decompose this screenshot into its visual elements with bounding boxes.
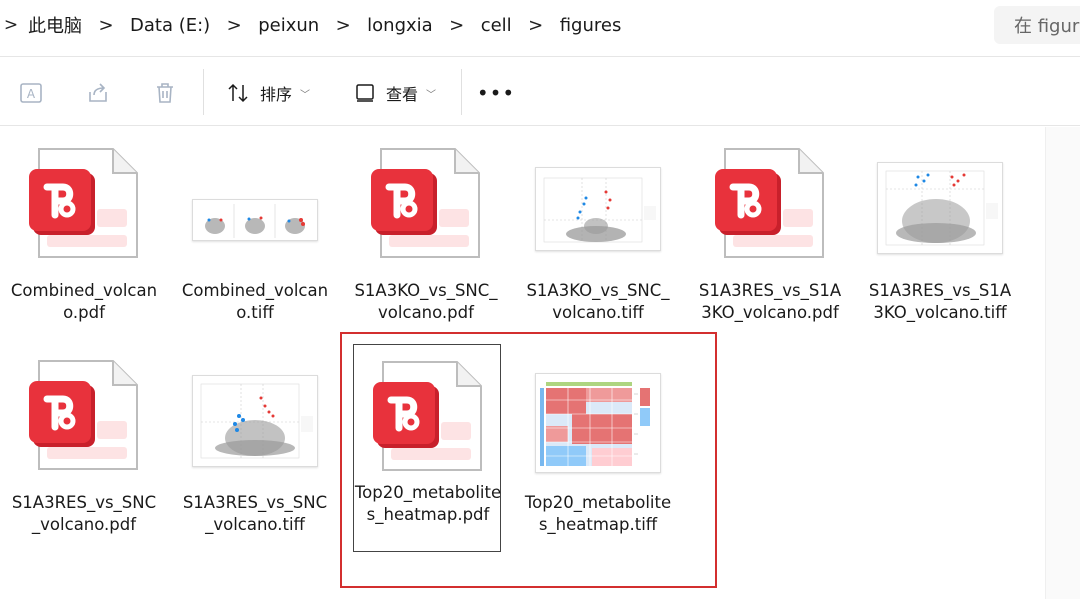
chevron-right-icon[interactable]: > <box>216 15 252 36</box>
pdf-file-icon <box>352 138 500 266</box>
pdf-file-icon <box>696 138 844 266</box>
pdf-file-icon <box>10 350 158 478</box>
file-name: S1A3RES_vs_S1A3KO_volcano.tiff <box>868 281 1012 322</box>
file-name: S1A3RES_vs_SNC_volcano.tiff <box>182 493 328 534</box>
file-item[interactable]: S1A3RES_vs_S1A3KO_volcano.pdf <box>696 138 844 344</box>
file-item[interactable]: S1A3KO_vs_SNC_volcano.tiff <box>524 138 672 344</box>
file-name: Combined_volcano.tiff <box>181 281 329 322</box>
file-item[interactable]: Combined_volcano.pdf <box>10 138 158 344</box>
tiff-thumbnail <box>181 138 329 266</box>
file-item[interactable]: Combined_volcano.tiff <box>181 138 329 344</box>
tiff-thumbnail <box>524 138 672 266</box>
chevron-right-icon[interactable]: > <box>439 15 475 36</box>
file-item[interactable]: S1A3RES_vs_SNC_volcano.tiff <box>181 350 329 556</box>
expand-arrow-icon[interactable]: > <box>0 10 22 40</box>
breadcrumb-data-drive[interactable]: Data (E:) <box>124 11 216 40</box>
delete-icon[interactable] <box>151 79 179 107</box>
command-bar: A 排序 ﹀ 查看 ﹀ ••• <box>0 56 1080 126</box>
view-label: 查看 <box>386 85 419 104</box>
chevron-right-icon[interactable]: > <box>325 15 361 36</box>
file-name: S1A3RES_vs_S1A3KO_volcano.pdf <box>698 281 842 322</box>
sort-button[interactable]: 排序 ﹀ <box>226 77 310 109</box>
breadcrumb-cell[interactable]: cell <box>475 11 518 40</box>
file-name: S1A3KO_vs_SNC_volcano.pdf <box>354 281 498 322</box>
pdf-file-icon <box>10 138 158 266</box>
breadcrumb-figures[interactable]: figures <box>554 11 628 40</box>
toolbar-divider <box>203 69 204 115</box>
breadcrumb-this-pc[interactable]: 此电脑 <box>22 8 88 42</box>
breadcrumb-longxia[interactable]: longxia <box>361 11 439 40</box>
scrollbar-track[interactable] <box>1045 127 1080 599</box>
view-icon <box>356 84 374 102</box>
share-icon[interactable] <box>84 79 112 107</box>
file-name: S1A3KO_vs_SNC_volcano.tiff <box>526 281 670 322</box>
more-icon[interactable]: ••• <box>477 77 514 109</box>
chevron-down-icon: ﹀ <box>426 89 437 101</box>
sort-icon <box>228 83 248 103</box>
chevron-right-icon[interactable]: > <box>88 15 124 36</box>
view-button[interactable]: 查看 ﹀ <box>354 77 436 109</box>
rename-icon[interactable]: A <box>17 79 45 107</box>
breadcrumb: 此电脑 > Data (E:) > peixun > longxia > cel… <box>22 0 982 50</box>
tiff-thumbnail <box>866 138 1014 266</box>
file-item[interactable]: S1A3RES_vs_S1A3KO_volcano.tiff <box>866 138 1014 344</box>
file-item[interactable]: S1A3RES_vs_SNC_volcano.pdf <box>10 350 158 556</box>
file-item[interactable]: S1A3KO_vs_SNC_volcano.pdf <box>352 138 500 344</box>
svg-text:A: A <box>27 87 36 101</box>
tiff-thumbnail <box>181 350 329 478</box>
breadcrumb-peixun[interactable]: peixun <box>252 11 325 40</box>
chevron-right-icon[interactable]: > <box>518 15 554 36</box>
search-input[interactable]: 在 figur <box>994 6 1080 44</box>
sort-label: 排序 <box>260 85 293 104</box>
address-bar: > 此电脑 > Data (E:) > peixun > longxia > c… <box>0 0 1080 50</box>
file-name: Combined_volcano.pdf <box>10 281 158 322</box>
highlight-frame <box>340 332 717 588</box>
file-name: S1A3RES_vs_SNC_volcano.pdf <box>11 493 157 534</box>
toolbar-divider <box>461 69 462 115</box>
chevron-down-icon: ﹀ <box>300 89 311 101</box>
